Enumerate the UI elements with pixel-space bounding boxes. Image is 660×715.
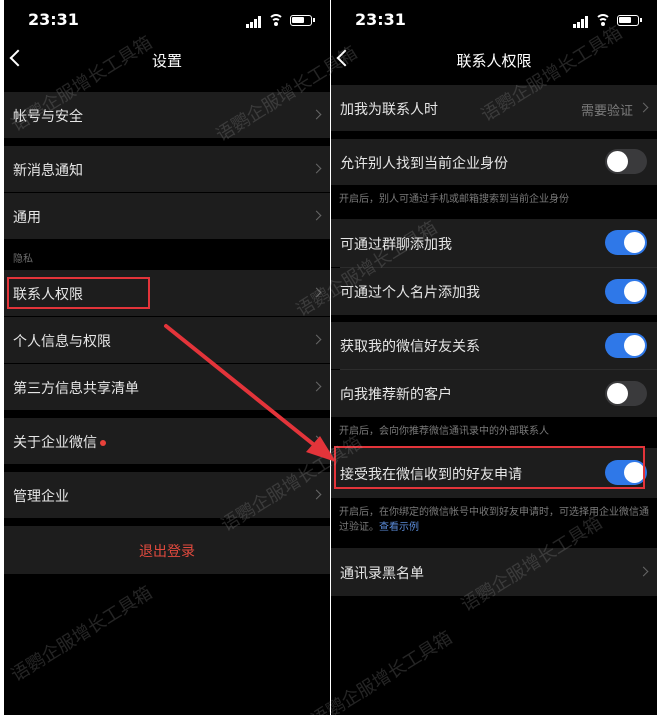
- recommend-customers-label: 向我推荐新的客户: [340, 387, 452, 403]
- get-wechat-friends-toggle[interactable]: [605, 333, 647, 358]
- add-via-group-toggle[interactable]: [605, 230, 647, 255]
- section-label-privacy: 隐私: [13, 254, 33, 265]
- chevron-right-icon: [311, 489, 322, 500]
- find-me-note: 开启后，别人可通过手机或邮箱搜索到当前企业身份: [339, 194, 569, 205]
- chevron-right-icon: [311, 435, 322, 446]
- accept-note: 开启后，在你绑定的微信帐号中收到好友申请时，可选择用企业微信通过验证。查看示例: [339, 505, 649, 535]
- settings-item-label: 关于企业微信: [13, 435, 97, 451]
- add-me-row[interactable]: 加我为联系人时 需要验证: [331, 85, 657, 131]
- recommend-customers-row: 向我推荐新的客户: [331, 370, 657, 417]
- settings-item-manage-enterprise[interactable]: 管理企业: [4, 472, 330, 518]
- chevron-right-icon: [311, 381, 322, 392]
- settings-item-general[interactable]: 通用: [4, 193, 330, 239]
- status-time: 23:31: [355, 10, 406, 29]
- blacklist-label: 通讯录黑名单: [340, 566, 424, 582]
- settings-item-label: 帐号与安全: [13, 109, 83, 125]
- nav-bar: 设置: [4, 40, 330, 80]
- chevron-right-icon: [311, 109, 322, 120]
- settings-item-third-party-sharing[interactable]: 第三方信息共享清单: [4, 364, 330, 410]
- settings-item-label: 个人信息与权限: [13, 334, 111, 350]
- status-icons: [573, 14, 643, 28]
- find-me-label: 允许别人找到当前企业身份: [340, 156, 508, 172]
- add-via-card-row: 可通过个人名片添加我: [331, 268, 657, 315]
- get-wechat-friends-row: 获取我的微信好友关系: [331, 322, 657, 369]
- status-bar: 23:31: [331, 0, 657, 40]
- nav-bar: 联系人权限: [331, 40, 657, 80]
- battery-icon: [290, 15, 315, 26]
- toggle-knob: [624, 281, 645, 302]
- chevron-right-icon: [311, 163, 322, 174]
- blacklist-row[interactable]: 通讯录黑名单: [331, 548, 657, 596]
- logout-row[interactable]: 退出登录: [4, 526, 330, 574]
- add-via-group-row: 可通过群聊添加我: [331, 219, 657, 267]
- wifi-icon: [595, 14, 611, 26]
- add-via-group-label: 可通过群聊添加我: [340, 237, 452, 253]
- find-me-toggle[interactable]: [605, 149, 647, 174]
- recommend-customers-toggle[interactable]: [605, 381, 647, 406]
- toggle-knob: [624, 335, 645, 356]
- toggle-knob: [607, 151, 628, 172]
- settings-item-personal-info[interactable]: 个人信息与权限: [4, 317, 330, 363]
- battery-icon: [617, 15, 642, 26]
- chevron-right-icon: [311, 287, 322, 298]
- status-time: 23:31: [28, 10, 79, 29]
- settings-item-label: 通用: [13, 210, 41, 226]
- page-title: 设置: [151, 52, 182, 70]
- settings-item-account-security[interactable]: 帐号与安全: [4, 92, 330, 138]
- add-me-label: 加我为联系人时: [340, 102, 438, 118]
- chevron-right-icon: [311, 334, 322, 345]
- wifi-icon: [268, 14, 284, 26]
- logout-button[interactable]: 退出登录: [4, 541, 330, 561]
- recommend-note: 开启后，会向你推荐微信通讯录中的外部联系人: [339, 426, 549, 437]
- notification-dot: [100, 440, 106, 446]
- add-via-card-label: 可通过个人名片添加我: [340, 285, 480, 301]
- settings-screen: 23:31 设置 帐号与安全 新消息通知 通用 隐私 联系人权限 个人信息与权限…: [4, 0, 330, 715]
- highlight-box: [7, 277, 150, 309]
- settings-item-label: 第三方信息共享清单: [13, 381, 139, 397]
- settings-item-label-wrap: 关于企业微信: [13, 432, 106, 452]
- settings-item-label: 新消息通知: [13, 163, 83, 179]
- toggle-knob: [624, 232, 645, 253]
- status-bar: 23:31: [4, 0, 330, 40]
- chevron-right-icon: [311, 210, 322, 221]
- chevron-right-icon: [638, 566, 649, 577]
- settings-item-notifications[interactable]: 新消息通知: [4, 146, 330, 192]
- view-example-link[interactable]: 查看示例: [379, 522, 419, 533]
- contact-permission-screen: 23:31 联系人权限 加我为联系人时 需要验证 允许别人找到当前企业身份 开启…: [331, 0, 657, 715]
- add-via-card-toggle[interactable]: [605, 279, 647, 304]
- page-title: 联系人权限: [456, 52, 532, 70]
- settings-item-about[interactable]: 关于企业微信: [4, 418, 330, 464]
- highlight-box: [334, 446, 645, 489]
- find-me-row: 允许别人找到当前企业身份: [331, 139, 657, 185]
- settings-item-label: 管理企业: [13, 489, 69, 505]
- add-me-value: 需要验证: [580, 104, 633, 119]
- toggle-knob: [607, 383, 628, 404]
- get-wechat-friends-label: 获取我的微信好友关系: [340, 339, 480, 355]
- status-icons: [246, 14, 316, 28]
- chevron-right-icon: [638, 102, 649, 113]
